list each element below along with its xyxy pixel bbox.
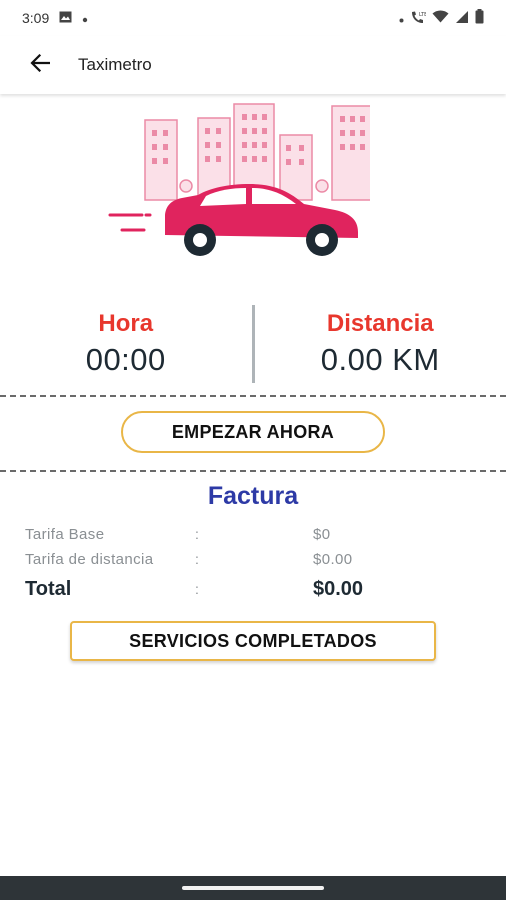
invoice-row-colon: : bbox=[195, 581, 199, 597]
dot-icon bbox=[82, 10, 88, 26]
wifi-calling-icon: LTE bbox=[410, 10, 427, 27]
system-nav-bar bbox=[0, 876, 506, 900]
time-value: 00:00 bbox=[85, 342, 166, 377]
invoice-row-value: $0.00 bbox=[313, 550, 353, 568]
dot-icon bbox=[399, 10, 404, 26]
status-bar: 3:09 LTE bbox=[0, 0, 506, 36]
start-now-button[interactable]: EMPEZAR AHORA bbox=[121, 411, 385, 453]
time-stat: Hora 00:00 bbox=[0, 300, 252, 388]
distance-label: Distancia bbox=[326, 310, 434, 337]
trip-stats: Hora 00:00 Distancia 0.00 KM bbox=[0, 300, 506, 388]
divider bbox=[0, 470, 506, 472]
invoice-row-colon: : bbox=[195, 526, 199, 542]
battery-icon bbox=[475, 9, 484, 27]
invoice-row-colon: : bbox=[195, 551, 199, 567]
image-icon bbox=[59, 10, 72, 26]
invoice-total-value: $0.00 bbox=[313, 577, 364, 600]
completed-services-button[interactable]: SERVICIOS COMPLETADOS bbox=[70, 621, 436, 661]
invoice-row-value: $0 bbox=[313, 525, 331, 543]
invoice-row-total: Total : $0.00 bbox=[25, 577, 485, 601]
invoice-title: Factura bbox=[207, 482, 299, 510]
status-time: 3:09 bbox=[22, 10, 50, 26]
invoice-row-base-fare: Tarifa Base : $0 bbox=[25, 522, 485, 546]
time-label: Hora bbox=[98, 310, 154, 337]
invoice-row-label: Tarifa Base bbox=[25, 525, 105, 543]
back-button[interactable] bbox=[20, 45, 60, 85]
divider bbox=[0, 395, 506, 397]
svg-text:LTE: LTE bbox=[419, 12, 426, 18]
arrow-back-icon bbox=[30, 53, 51, 77]
invoice-total-label: Total bbox=[25, 577, 72, 600]
app-bar: Taximetro bbox=[0, 36, 506, 94]
taximeter-screen: 3:09 LTE Taximetro Hora 00:00 Distancia … bbox=[0, 0, 506, 900]
home-handle[interactable] bbox=[182, 886, 324, 890]
distance-value: 0.00 KM bbox=[320, 342, 440, 377]
wifi-icon bbox=[432, 10, 449, 26]
signal-icon bbox=[455, 10, 469, 27]
page-title: Taximetro bbox=[78, 55, 152, 74]
distance-stat: Distancia 0.00 KM bbox=[255, 300, 506, 388]
taxi-city-icon bbox=[100, 100, 373, 260]
invoice-row-distance-fare: Tarifa de distancia : $0.00 bbox=[25, 547, 485, 571]
invoice-row-label: Tarifa de distancia bbox=[25, 550, 154, 568]
